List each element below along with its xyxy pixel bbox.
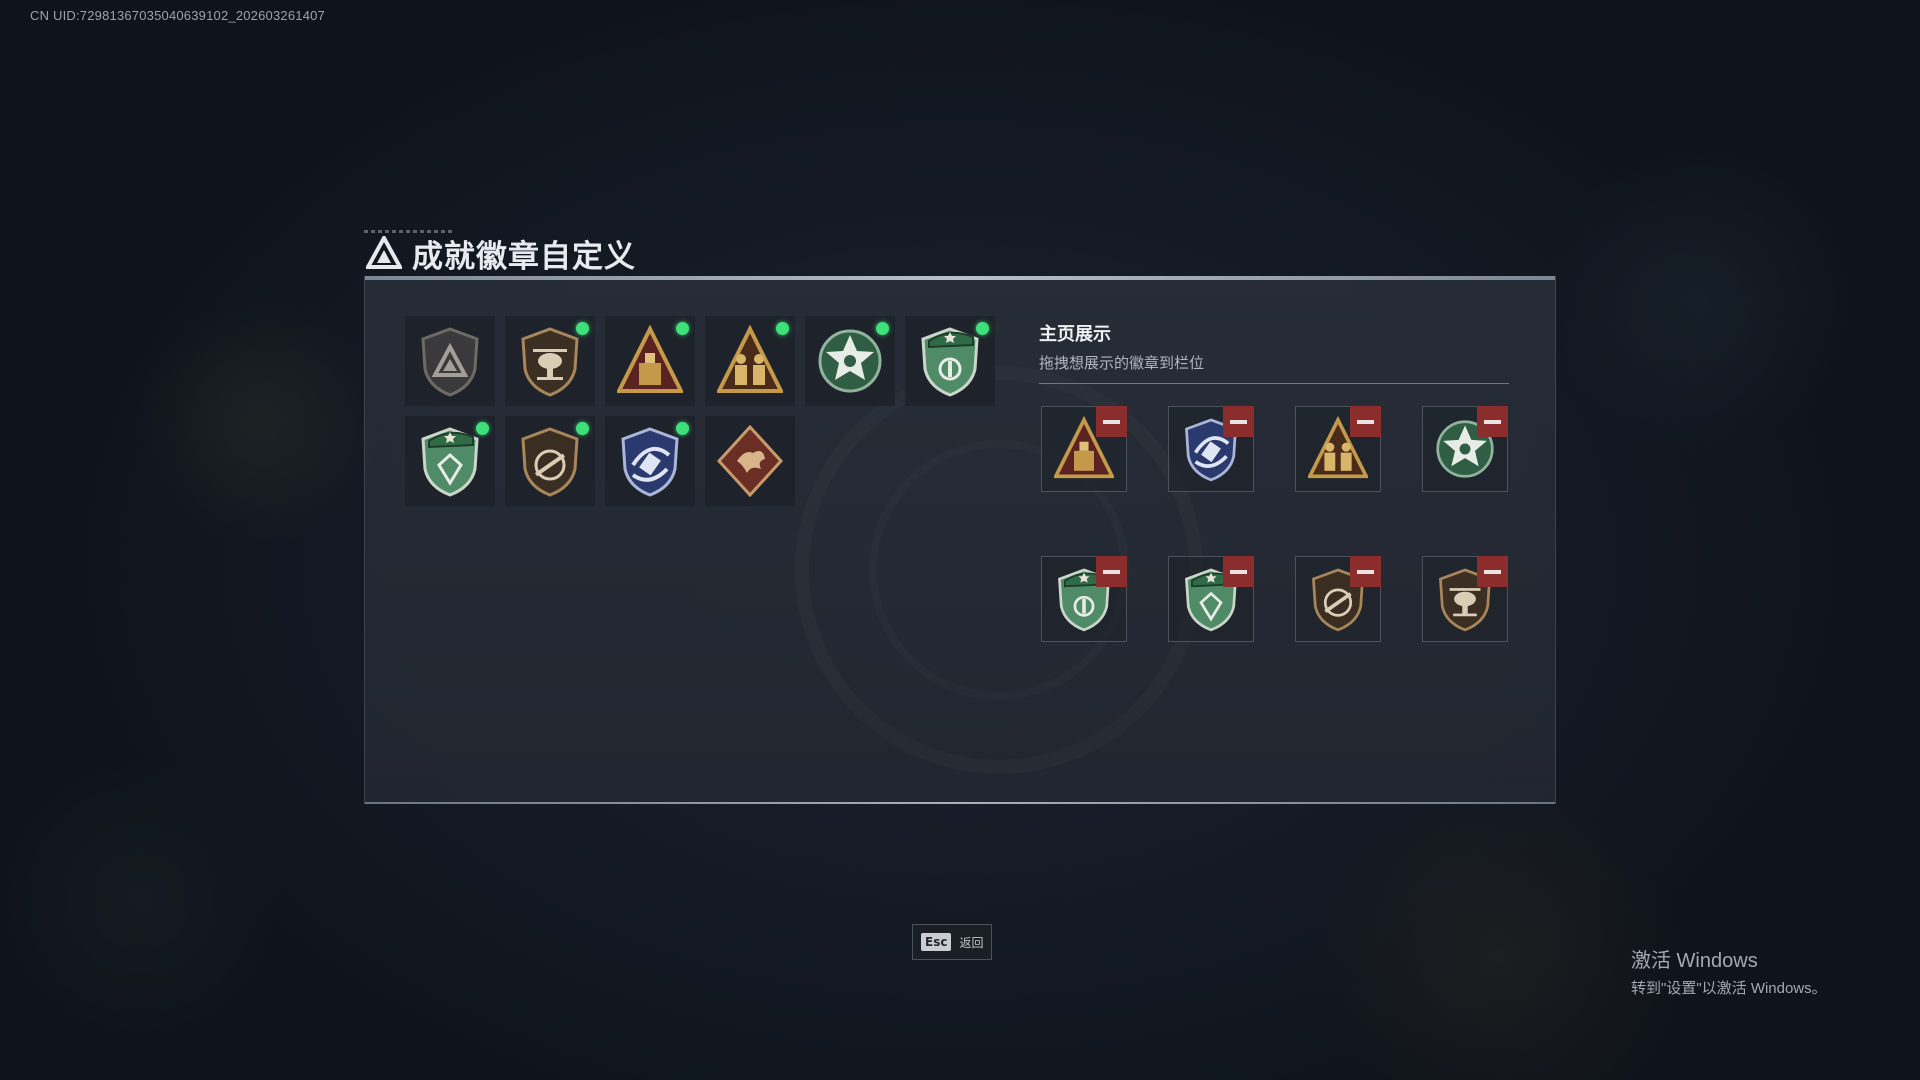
page-header: 成就徽章自定义: [366, 232, 636, 274]
new-indicator-dot: [676, 322, 689, 335]
badge-cell[interactable]: [805, 316, 895, 406]
display-title: 主页展示: [1039, 324, 1111, 344]
blue-rocket-shield-icon: [621, 427, 679, 497]
remove-badge-button[interactable]: [1096, 406, 1127, 437]
remove-badge-button[interactable]: [1477, 556, 1508, 587]
remove-badge-button[interactable]: [1350, 406, 1381, 437]
remove-badge-button[interactable]: [1477, 406, 1508, 437]
badge-cell[interactable]: [505, 416, 595, 506]
badge-cell[interactable]: [705, 416, 795, 506]
supply-triangle-icon: [617, 325, 683, 393]
new-indicator-dot: [876, 322, 889, 335]
display-slot[interactable]: [1041, 406, 1127, 492]
new-indicator-dot: [776, 322, 789, 335]
minus-icon: [1357, 419, 1374, 424]
display-slot[interactable]: [1041, 556, 1127, 642]
display-divider: [1039, 383, 1509, 384]
uid-label: CN UID:7298136703504063​9102_20260326140…: [30, 8, 325, 23]
helicopter-shield-icon: [521, 327, 579, 397]
badge-collection-grid: [405, 316, 995, 506]
new-indicator-dot: [976, 322, 989, 335]
new-indicator-dot: [576, 322, 589, 335]
display-slot[interactable]: [1422, 406, 1508, 492]
badge-panel: 主页展示 拖拽想展示的徽章到栏位: [364, 276, 1556, 804]
esc-key-icon: Esc: [921, 933, 952, 951]
remove-badge-button[interactable]: [1350, 556, 1381, 587]
badge-cell[interactable]: [705, 316, 795, 406]
badge-cell[interactable]: [405, 416, 495, 506]
badge-cell[interactable]: [605, 416, 695, 506]
page-title: 成就徽章自定义: [412, 238, 636, 274]
remove-badge-button[interactable]: [1096, 556, 1127, 587]
windows-activation-watermark: 激活 Windows 转到"设置"以激活 Windows。: [1631, 944, 1827, 998]
rifle-shield-icon: [521, 427, 579, 497]
back-button[interactable]: Esc 返回: [912, 924, 992, 960]
dragon-diamond-icon: [717, 425, 783, 497]
badge-cell[interactable]: [405, 316, 495, 406]
display-slot[interactable]: [1422, 556, 1508, 642]
back-label: 返回: [959, 935, 984, 950]
green-beret-shield-icon: [921, 327, 979, 397]
remove-badge-button[interactable]: [1223, 406, 1254, 437]
display-slots: [1041, 406, 1508, 642]
activation-title: 激活 Windows: [1631, 950, 1758, 972]
minus-icon: [1230, 569, 1247, 574]
display-slot[interactable]: [1168, 406, 1254, 492]
green-star-emblem-icon: [818, 329, 882, 393]
minus-icon: [1484, 419, 1501, 424]
minus-icon: [1484, 569, 1501, 574]
grey-triangle-shield-icon: [421, 327, 479, 397]
display-slot[interactable]: [1295, 556, 1381, 642]
green-beret-gem-shield-icon: [421, 427, 479, 497]
display-subtitle: 拖拽想展示的徽章到栏位: [1039, 355, 1205, 372]
minus-icon: [1103, 569, 1120, 574]
minus-icon: [1103, 419, 1120, 424]
display-header: 主页展示 拖拽想展示的徽章到栏位: [1039, 320, 1509, 384]
remove-badge-button[interactable]: [1223, 556, 1254, 587]
minus-icon: [1230, 419, 1247, 424]
new-indicator-dot: [576, 422, 589, 435]
new-indicator-dot: [676, 422, 689, 435]
triangle-logo-icon: [366, 236, 402, 269]
display-slot[interactable]: [1295, 406, 1381, 492]
squad-triangle-icon: [717, 325, 783, 393]
display-slot[interactable]: [1168, 556, 1254, 642]
activation-hint: 转到"设置"以激活 Windows。: [1631, 980, 1827, 997]
badge-cell[interactable]: [605, 316, 695, 406]
minus-icon: [1357, 569, 1374, 574]
new-indicator-dot: [476, 422, 489, 435]
badge-cell[interactable]: [905, 316, 995, 406]
badge-cell[interactable]: [505, 316, 595, 406]
